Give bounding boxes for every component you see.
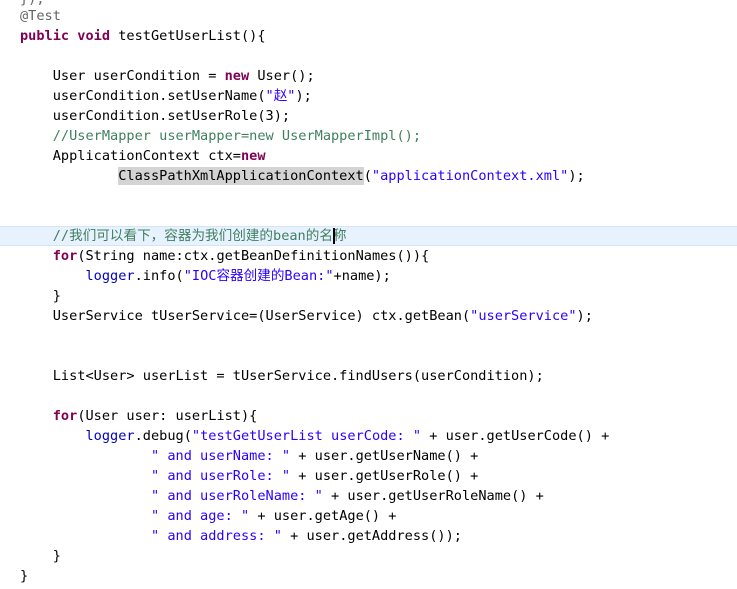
token-keyword: for: [52, 248, 78, 264]
code-line[interactable]: [0, 346, 737, 366]
token-comment: //UserMapper userMapper=new UserMapperIm…: [20, 128, 422, 144]
code-line[interactable]: " and userRole: " + user.getUserRole() +: [0, 466, 737, 486]
token-string: " and userRole: ": [150, 468, 291, 484]
code-line[interactable]: for(String name:ctx.getBeanDefinitionNam…: [0, 246, 737, 266]
token-plain: }: [20, 548, 61, 564]
token-string: "IOC容器创建的Bean:": [183, 268, 334, 284]
code-line[interactable]: for(User user: userList){: [0, 406, 737, 426]
text-caret: [332, 228, 335, 244]
token-plain: userCondition.setUserRole(3);: [20, 108, 291, 124]
token-plain: testGetUserList(){: [110, 28, 266, 44]
token-string: " and userRoleName: ": [150, 488, 323, 504]
token-plain: + user.getUserName() +: [290, 448, 479, 464]
token-plain: User();: [249, 68, 315, 84]
token-plain: + user.getAge() +: [249, 508, 397, 524]
token-plain: (User user: userList){: [77, 408, 258, 424]
token-plain: User userCondition =: [20, 68, 225, 84]
code-line[interactable]: }: [0, 286, 737, 306]
code-line[interactable]: ClassPathXmlApplicationContext("applicat…: [0, 166, 737, 186]
token-plain: + user.getUserCode() +: [421, 428, 610, 444]
token-keyword: public: [20, 28, 70, 44]
token-plain: }: [20, 288, 61, 304]
code-line[interactable]: " and userName: " + user.getUserName() +: [0, 446, 737, 466]
code-line[interactable]: " and address: " + user.getAddress());: [0, 526, 737, 546]
token-string: " and age: ": [150, 508, 250, 524]
code-line[interactable]: UserService tUserService=(UserService) c…: [0, 306, 737, 326]
token-plain: );: [568, 168, 585, 184]
code-line[interactable]: User userCondition = new User();: [0, 66, 737, 86]
code-line[interactable]: [0, 186, 737, 206]
token-plain: );: [576, 308, 593, 324]
token-plain: + user.getAddress());: [281, 528, 462, 544]
token-plain: .debug(: [134, 428, 192, 444]
token-field: logger: [85, 428, 135, 444]
token-string: "applicationContext.xml": [371, 168, 569, 184]
token-field: logger: [85, 268, 135, 284]
code-line[interactable]: [0, 326, 737, 346]
token-plain: List<User> userList = tUserService.findU…: [20, 368, 544, 384]
token-keyword: new: [240, 148, 266, 164]
code-line[interactable]: ApplicationContext ctx=new: [0, 146, 737, 166]
token-plain: userCondition.setUserName(: [20, 88, 266, 104]
token-plain: (String name:ctx.getBeanDefinitionNames(…: [77, 248, 430, 264]
code-editor[interactable]: }); @Testpublic void testGetUserList(){ …: [0, 0, 737, 589]
token-keyword: void: [77, 28, 111, 44]
code-line[interactable]: [0, 206, 737, 226]
token-string: "userService": [470, 308, 577, 324]
token-plain: }: [20, 568, 29, 584]
token-plain: UserService tUserService=(UserService) c…: [20, 308, 471, 324]
token-plain: );: [295, 88, 312, 104]
code-line[interactable]: logger.debug("testGetUserList userCode: …: [0, 426, 737, 446]
token-keyword: new: [224, 68, 250, 84]
token-plain: ApplicationContext ctx=: [20, 148, 241, 164]
code-line[interactable]: List<User> userList = tUserService.findU…: [0, 366, 737, 386]
code-line[interactable]: " and age: " + user.getAge() +: [0, 506, 737, 526]
token-plain: ClassPathXmlApplicationContext(: [20, 168, 372, 184]
token-plain: + user.getUserRoleName() +: [322, 488, 544, 504]
code-line[interactable]: }: [0, 566, 737, 586]
token-plain: .info(: [134, 268, 184, 284]
code-line[interactable]: logger.info("IOC容器创建的Bean:"+name);: [0, 266, 737, 286]
code-line[interactable]: userCondition.setUserName("赵");: [0, 86, 737, 106]
token-string: " and userName: ": [150, 448, 291, 464]
token-string: "赵": [265, 88, 296, 104]
code-line[interactable]: //我们可以看下，容器为我们创建的bean的名称: [0, 226, 737, 246]
token-comment: //我们可以看下，容器为我们创建的bean的名称: [20, 228, 347, 244]
code-line[interactable]: public void testGetUserList(){: [0, 26, 737, 46]
code-line[interactable]: [0, 46, 737, 66]
token-string: " and address: ": [150, 528, 282, 544]
code-line[interactable]: @Test: [0, 6, 737, 26]
token-string: "testGetUserList userCode: ": [191, 428, 422, 444]
code-line[interactable]: userCondition.setUserRole(3);: [0, 106, 737, 126]
token-annot: @Test: [20, 8, 61, 24]
code-line[interactable]: " and userRoleName: " + user.getUserRole…: [0, 486, 737, 506]
token-plain: +name);: [333, 268, 391, 284]
code-line[interactable]: }: [0, 546, 737, 566]
code-line[interactable]: [0, 386, 737, 406]
code-line[interactable]: //UserMapper userMapper=new UserMapperIm…: [0, 126, 737, 146]
token-keyword: for: [52, 408, 78, 424]
token-plain: + user.getUserRole() +: [290, 468, 479, 484]
